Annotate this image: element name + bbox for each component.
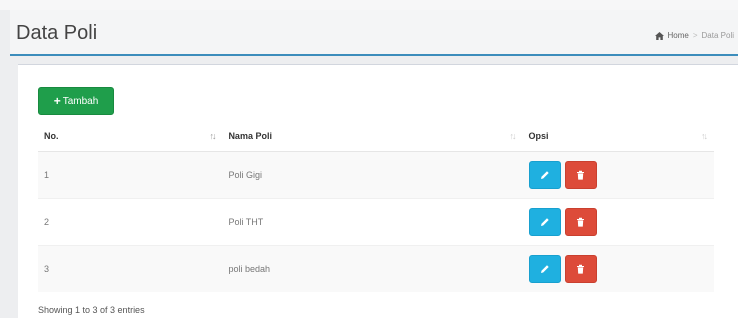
table-row: 3 poli bedah [38, 245, 714, 292]
add-button-label: Tambah [62, 95, 99, 107]
column-header-no[interactable]: No. ↑↓ [38, 121, 223, 152]
cell-nama-poli: Poli Gigi [222, 151, 523, 199]
pencil-icon [540, 171, 549, 179]
page-title: Data Poli [16, 22, 98, 44]
delete-button[interactable] [564, 255, 597, 283]
breadcrumb-home-link[interactable]: Home [668, 31, 689, 40]
delete-button[interactable] [564, 161, 597, 189]
pencil-icon [540, 265, 549, 273]
column-header-label: Nama Poli [228, 131, 272, 141]
row-actions [528, 161, 709, 189]
breadcrumb-separator: > [692, 31, 698, 40]
table-info: Showing 1 to 3 of 3 entries [38, 305, 145, 315]
table-row: 1 Poli Gigi [38, 151, 714, 199]
pencil-icon [540, 218, 549, 226]
cell-no: 3 [38, 245, 223, 292]
column-header-nama-poli[interactable]: Nama Poli ↑↓ [222, 121, 523, 152]
page: Data Poli Home > Data Poli + Tambah No. … [0, 0, 738, 318]
trash-icon [577, 217, 584, 227]
sort-icon: ↑↓ [509, 131, 517, 141]
cell-nama-poli: poli bedah [222, 245, 523, 292]
cell-opsi [522, 245, 714, 292]
cell-opsi [522, 151, 714, 199]
edit-button[interactable] [528, 208, 561, 236]
data-box: + Tambah No. ↑↓ Nama Poli ↑↓ Opsi ↑↓ 1 P… [18, 64, 738, 318]
cell-no: 2 [38, 198, 223, 246]
row-actions [528, 255, 709, 283]
trash-icon [577, 170, 584, 180]
home-icon[interactable] [654, 31, 664, 40]
top-strip [0, 0, 738, 10]
add-button[interactable]: + Tambah [38, 87, 114, 115]
sort-asc-icon: ↑↓ [209, 131, 216, 141]
plus-icon: + [53, 94, 61, 108]
table-row: 2 Poli THT [38, 198, 714, 246]
poli-table: No. ↑↓ Nama Poli ↑↓ Opsi ↑↓ 1 Poli Gigi … [38, 121, 714, 292]
edit-button[interactable] [528, 161, 561, 189]
trash-icon [577, 264, 584, 274]
column-header-label: No. [44, 131, 59, 141]
column-header-label: Opsi [528, 131, 549, 141]
edit-button[interactable] [528, 255, 561, 283]
cell-nama-poli: Poli THT [222, 198, 523, 246]
content-header: Data Poli Home > Data Poli [10, 10, 738, 56]
breadcrumb-current: Data Poli [701, 31, 734, 40]
cell-opsi [522, 198, 714, 246]
breadcrumb: Home > Data Poli [654, 31, 734, 40]
column-header-opsi[interactable]: Opsi ↑↓ [522, 121, 714, 152]
delete-button[interactable] [564, 208, 597, 236]
cell-no: 1 [38, 151, 223, 199]
table-header-row: No. ↑↓ Nama Poli ↑↓ Opsi ↑↓ [38, 121, 714, 152]
row-actions [528, 208, 709, 236]
sort-icon: ↑↓ [701, 131, 708, 141]
